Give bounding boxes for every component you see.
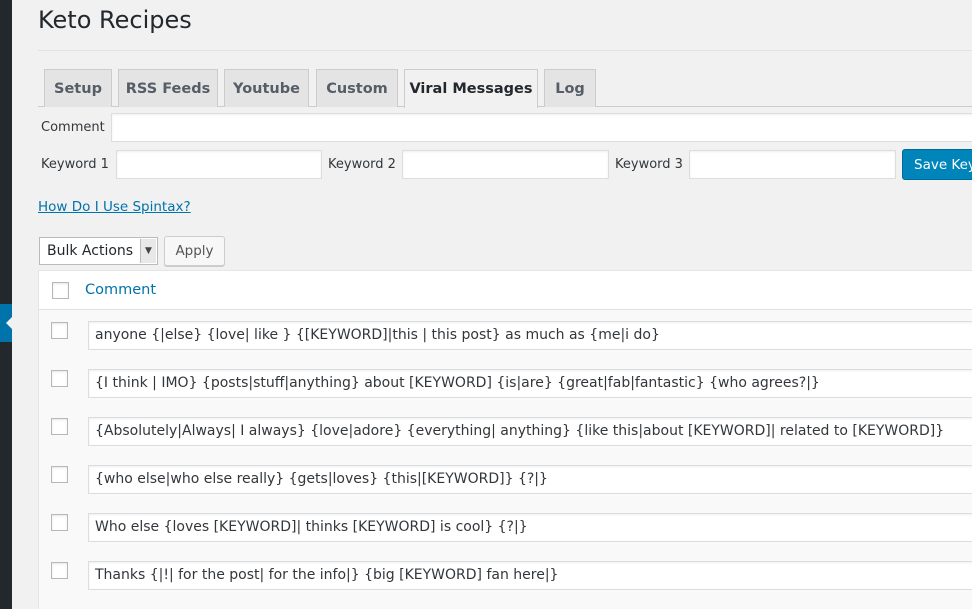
keyword3-input[interactable] xyxy=(689,150,896,179)
tab-setup[interactable]: Setup xyxy=(44,69,112,107)
row-checkbox[interactable] xyxy=(51,370,68,387)
page-title: Keto Recipes xyxy=(38,6,192,34)
sidebar-current-arrow-icon xyxy=(6,315,14,331)
apply-button[interactable]: Apply xyxy=(164,236,225,266)
column-header-comment[interactable]: Comment xyxy=(85,282,156,298)
table-row: Who else {loves [KEYWORD]| thinks [KEYWO… xyxy=(39,511,972,559)
comment-label: Comment xyxy=(41,120,105,135)
row-checkbox[interactable] xyxy=(51,514,68,531)
row-checkbox[interactable] xyxy=(51,418,68,435)
table-row: Thanks {|!| for the post| for the info|}… xyxy=(39,559,972,607)
title-divider xyxy=(38,50,972,51)
keyword1-input[interactable] xyxy=(116,150,322,179)
comment-input[interactable] xyxy=(111,113,972,142)
save-keywords-button[interactable]: Save Keywords xyxy=(902,149,972,180)
keyword2-label: Keyword 2 xyxy=(328,157,396,172)
tab-rss-feeds[interactable]: RSS Feeds xyxy=(118,69,218,107)
chevron-down-icon: ▼ xyxy=(140,239,156,263)
comment-row-input[interactable]: anyone {|else} {love| like } {[KEYWORD]|… xyxy=(88,321,972,350)
row-checkbox[interactable] xyxy=(51,322,68,339)
comment-row-input[interactable]: Who else {loves [KEYWORD]| thinks [KEYWO… xyxy=(88,513,972,542)
table-row: {who else|who else really} {gets|loves} … xyxy=(39,463,972,511)
keyword1-label: Keyword 1 xyxy=(41,157,109,172)
table-row: {I think | IMO} {posts|stuff|anything} a… xyxy=(39,367,972,415)
row-checkbox[interactable] xyxy=(51,466,68,483)
comments-table: Comment anyone {|else} {love| like } {[K… xyxy=(38,270,972,609)
table-row: anyone {|else} {love| like } {[KEYWORD]|… xyxy=(39,319,972,367)
row-checkbox[interactable] xyxy=(51,562,68,579)
keyword3-label: Keyword 3 xyxy=(615,157,683,172)
tab-custom[interactable]: Custom xyxy=(316,69,398,107)
bulk-actions-selected: Bulk Actions xyxy=(47,243,134,259)
tab-youtube[interactable]: Youtube xyxy=(224,69,309,107)
tab-viral-messages[interactable]: Viral Messages xyxy=(404,69,538,108)
keyword2-input[interactable] xyxy=(402,150,609,179)
select-all-checkbox[interactable] xyxy=(52,282,69,299)
comment-row-input[interactable]: {I think | IMO} {posts|stuff|anything} a… xyxy=(88,369,972,398)
comment-row-input[interactable]: Thanks {|!| for the post| for the info|}… xyxy=(88,561,972,590)
bulk-actions-select[interactable]: Bulk Actions ▼ xyxy=(39,237,158,265)
table-row: {Absolutely|Always| I always} {love|ador… xyxy=(39,415,972,463)
comment-row-input[interactable]: {Absolutely|Always| I always} {love|ador… xyxy=(88,417,972,446)
spintax-help-link[interactable]: How Do I Use Spintax? xyxy=(38,199,191,215)
comment-row-input[interactable]: {who else|who else really} {gets|loves} … xyxy=(88,465,972,494)
table-header: Comment xyxy=(39,271,972,310)
tab-log[interactable]: Log xyxy=(544,69,596,107)
